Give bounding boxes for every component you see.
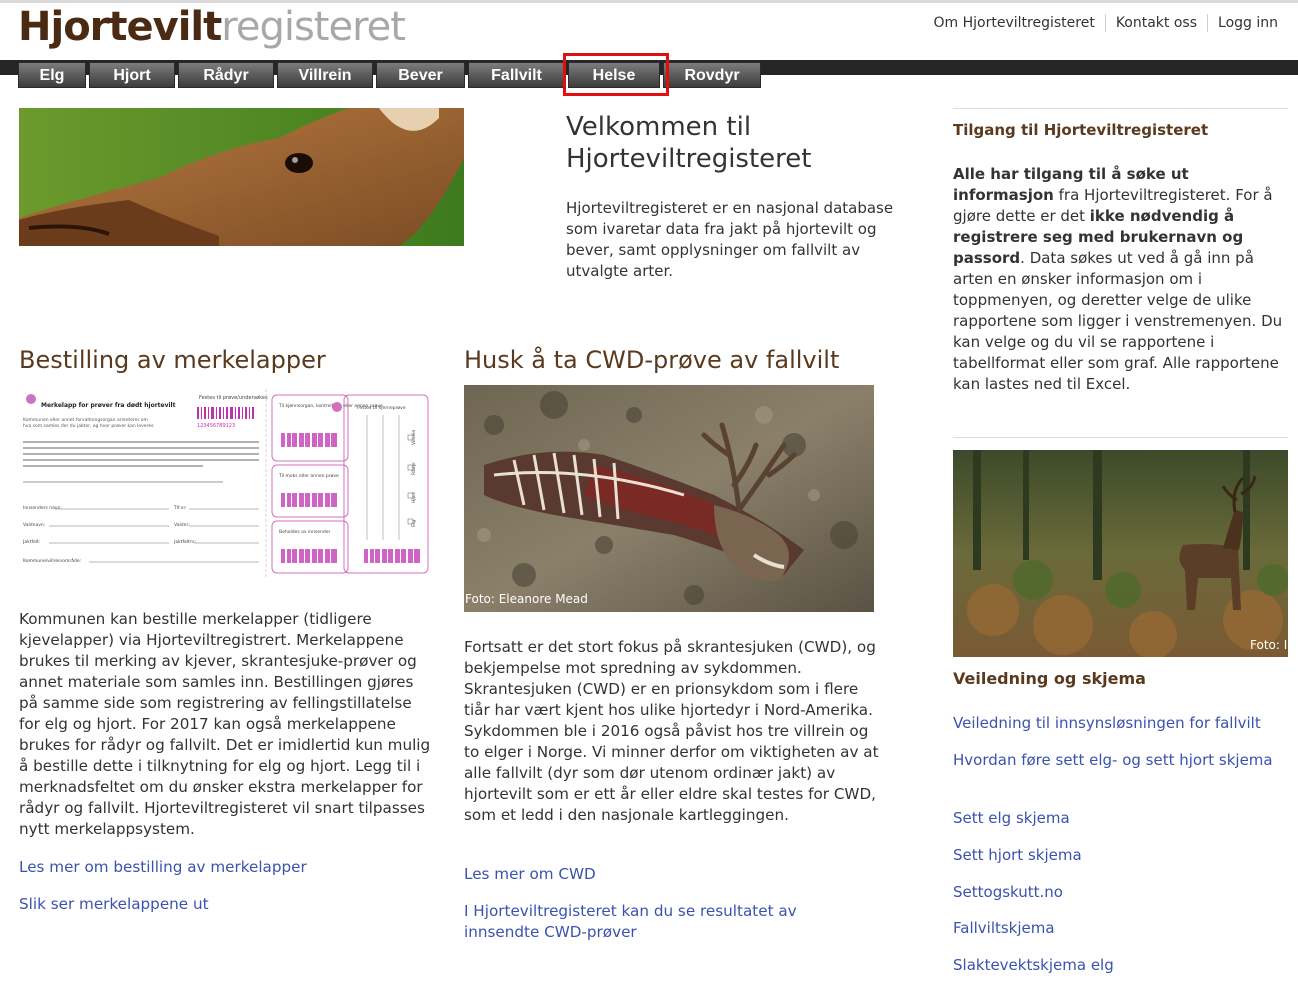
access-text: Alle har tilgang til å søke ut informasj… (953, 164, 1283, 395)
cwd-text: Fortsatt er det stort fokus på skrantesj… (464, 638, 879, 824)
barcode-number: 123456789123 (197, 423, 235, 429)
guide-title: Veiledning og skjema (953, 669, 1146, 688)
merkelapper-read-more-link[interactable]: Les mer om bestilling av merkelapper (19, 857, 307, 878)
welcome-title: Velkommen til Hjorteviltregisteret (566, 112, 812, 174)
field-jaktfelt: Jaktfelt: (22, 539, 40, 545)
label-line-1: Kommunen eller annet forvaltningsorgan o… (23, 417, 148, 423)
login-link[interactable]: Logg inn (1207, 14, 1288, 32)
access-title: Tilgang til Hjorteviltregisteret (953, 121, 1209, 139)
field-sender: Innsenders navn: (23, 505, 62, 511)
logo-part-1: Hjortevilt (18, 4, 222, 50)
top-border (0, 0, 1298, 3)
label-tested-for: Festes til prøve/undersøkes (199, 395, 268, 401)
nav-tab-radyr[interactable]: Rådyr (178, 62, 274, 88)
cwd-title: Husk å ta CWD-prøve av fallvilt (464, 346, 840, 374)
sidebar-link-sett-elg-hjort-guide[interactable]: Hvordan føre sett elg- og sett hjort skj… (953, 750, 1283, 771)
field-kommune: Kommune/villreinområde: (23, 557, 81, 564)
sidebar-link-fallviltskjema[interactable]: Fallviltskjema (953, 918, 1283, 939)
box-label-4: Festes til hjerneprøve (357, 405, 406, 411)
cwd-photo-credit: Foto: Eleanore Mead (465, 592, 588, 606)
sidebar-link-sett-elg[interactable]: Sett elg skjema (953, 808, 1283, 829)
label-heading: Merkelapp for prøver fra dødt hjortevilt (41, 402, 176, 409)
species-elg: Elg (411, 520, 417, 527)
contact-link[interactable]: Kontakt oss (1104, 14, 1207, 32)
carcass-image (464, 385, 874, 612)
sidebar-link-fallvilt-guide[interactable]: Veiledning til innsynsløsningen for fall… (953, 713, 1283, 734)
box-label-2: Til moks eller annen prøve (278, 473, 339, 479)
species-villrein: Villrein (411, 429, 417, 445)
nav-tab-fallvilt[interactable]: Fallvilt (468, 62, 565, 88)
deer-header-image (19, 108, 464, 246)
merkelapp-image: Merkelapp for prøver fra dødt hjortevilt… (19, 385, 431, 581)
species-radyr: Rådyr (410, 462, 417, 475)
species-hjort: Hjort (411, 492, 417, 503)
top-links: Om Hjorteviltregisteret Kontakt oss Logg… (924, 14, 1288, 32)
merkelapper-example-link[interactable]: Slik ser merkelappene ut (19, 894, 209, 915)
box-label-3: Beholdes av innsender (279, 529, 331, 535)
highlight-box (563, 53, 669, 96)
sidebar-link-settogskutt[interactable]: Settogskutt.no (953, 882, 1283, 903)
field-phone: Tlf.nr: (173, 505, 187, 511)
field-vald: Valdnavn: (23, 522, 45, 528)
merkelapper-text: Kommunen kan bestille merkelapper (tidli… (19, 610, 431, 838)
cwd-results-link[interactable]: I Hjorteviltregisteret kan du se resulta… (464, 901, 804, 943)
nav-tab-rovdyr[interactable]: Rovdyr (663, 62, 761, 88)
nav-tab-elg[interactable]: Elg (18, 62, 86, 88)
label-line-2: hva som samles der du jakter, og hvor pr… (23, 423, 154, 429)
nav-tab-villrein[interactable]: Villrein (277, 62, 373, 88)
sidebar-link-sett-hjort[interactable]: Sett hjort skjema (953, 845, 1283, 866)
welcome-text: Hjorteviltregisteret er en nasjonal data… (566, 199, 894, 280)
cwd-read-more-link[interactable]: Les mer om CWD (464, 864, 596, 885)
merkelapper-title: Bestilling av merkelapper (19, 346, 326, 374)
field-jaktfeltnr: Jaktfeltnr: (173, 539, 196, 545)
stag-image (953, 450, 1288, 657)
sidebar-divider-middle (953, 437, 1288, 438)
access-text-2: . Data søkes ut ved å gå inn på arten en… (953, 249, 1283, 393)
stag-photo-credit: Foto: I (1250, 638, 1288, 652)
nav-tab-bever[interactable]: Bever (376, 62, 465, 88)
about-link[interactable]: Om Hjorteviltregisteret (924, 14, 1105, 32)
logo-part-2: registeret (221, 4, 406, 50)
sidebar-link-slaktevekt-elg[interactable]: Slaktevektskjema elg (953, 955, 1283, 976)
nav-tab-hjort[interactable]: Hjort (89, 62, 175, 88)
sidebar-divider-top (953, 108, 1288, 109)
field-valdnr: Valdnr: (174, 522, 190, 528)
site-logo[interactable]: Hjorteviltregisteret (18, 4, 406, 56)
